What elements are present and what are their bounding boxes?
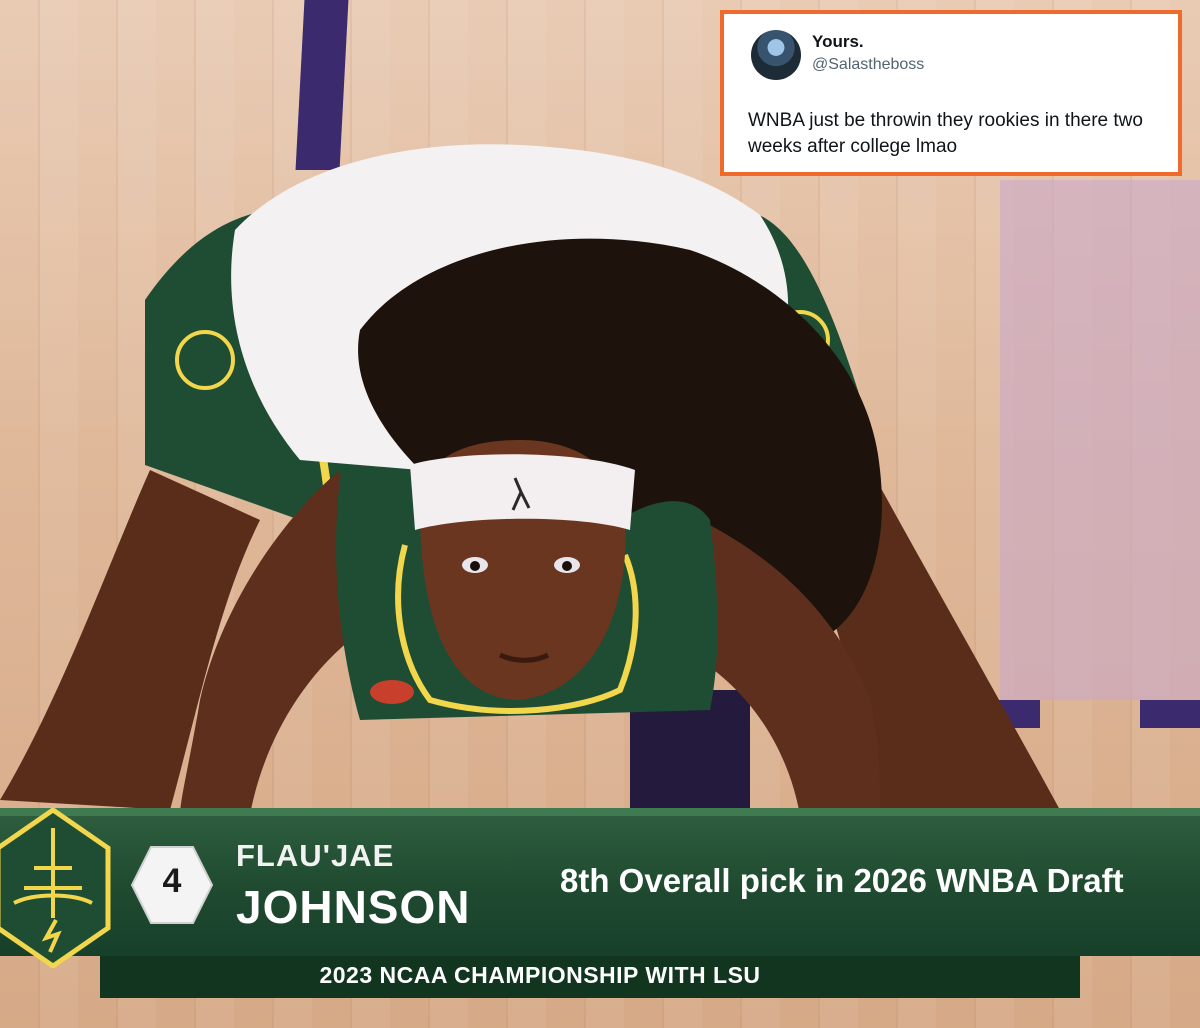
shorts-logo (175, 330, 235, 390)
lower-third-top-stripe (0, 808, 1200, 816)
tweet-text: WNBA just be throwin they rookies in the… (748, 110, 1143, 157)
subtitle-text: 2023 NCAA CHAMPIONSHIP WITH LSU (319, 962, 761, 988)
player-last-name: JOHNSON (236, 881, 471, 933)
avatar[interactable] (751, 30, 801, 80)
draft-pick-text: 8th Overall pick in 2026 WNBA Draft (560, 862, 1124, 899)
tweet-overlay: Yours. @Salastheboss WNBA just be throwi… (720, 10, 1182, 176)
player-pupil-right (562, 561, 572, 571)
tweet-handle[interactable]: @Salastheboss (812, 56, 924, 74)
jersey-sponsor-patch (370, 680, 414, 704)
player-first-name: FLAU'JAE (236, 838, 395, 873)
jersey-number: 4 (162, 862, 182, 900)
player-pupil-left (470, 561, 480, 571)
tweet-display-name[interactable]: Yours. (812, 32, 864, 52)
seattle-storm-logo-icon (0, 808, 111, 968)
